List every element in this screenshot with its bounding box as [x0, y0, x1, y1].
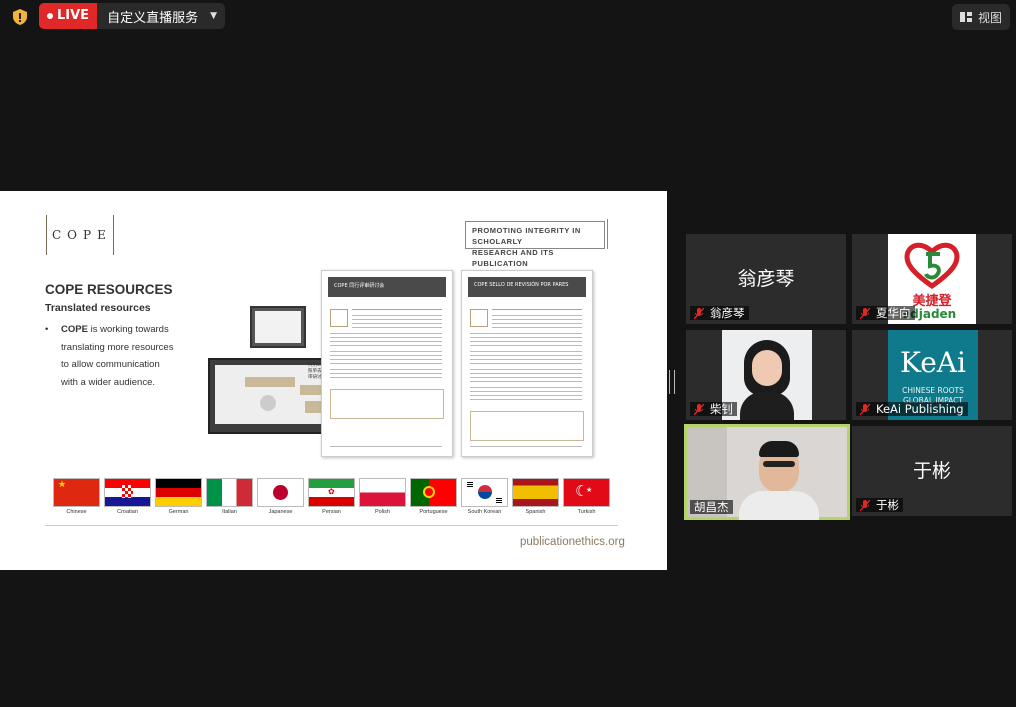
muted-mic-icon: [860, 307, 870, 319]
participant-name-bar: 于彬: [856, 498, 903, 512]
document-icon: [470, 309, 488, 327]
flag-label: South Korean: [467, 509, 502, 515]
flag-label: Japanese: [268, 509, 293, 515]
participant-tile-active-speaker[interactable]: 胡昌杰: [684, 424, 850, 520]
promo-line-1: PROMOTING INTEGRITY IN SCHOLARLY: [472, 226, 581, 246]
participant-tile[interactable]: 翁彦琴 翁彦琴: [686, 234, 846, 324]
keai-logo-sub1: CHINESE ROOTS: [902, 386, 964, 395]
flag-south-korean: South Korean: [461, 478, 508, 515]
participant-name-bar: 胡昌杰: [690, 500, 733, 514]
bullet-line-1: is working towards: [87, 324, 169, 335]
cope-logo: COPE: [46, 215, 114, 255]
muted-mic-icon: [860, 499, 870, 511]
document-chinese-header: COPE 同行评审研讨会: [334, 283, 385, 289]
participant-name: 翁彦琴: [710, 306, 745, 320]
live-dot-icon: [47, 13, 53, 19]
document-spanish-header: COPE SELLO DE REVISIÓN POR PARES: [474, 282, 569, 288]
security-shield-icon[interactable]: [11, 8, 29, 26]
document-icon: [330, 309, 348, 327]
flag-label: Croatian: [117, 509, 138, 515]
participant-tile[interactable]: 于彬 于彬: [852, 426, 1012, 516]
flag-polish: Polish: [359, 478, 406, 515]
muted-mic-icon: [694, 307, 704, 319]
flag-label: Polish: [375, 509, 390, 515]
flag-japanese: Japanese: [257, 478, 304, 515]
participant-name: 柴钊: [710, 402, 733, 416]
flag-label: Italian: [222, 509, 237, 515]
promo-banner: PROMOTING INTEGRITY IN SCHOLARLY RESEARC…: [465, 219, 608, 268]
participant-name-bar: 翁彦琴: [690, 306, 749, 320]
laptop-illustration-small: [250, 306, 306, 348]
flag-italian: Italian: [206, 478, 253, 515]
website-url: publicationethics.org: [520, 536, 625, 548]
flag-label: Portuguese: [419, 509, 448, 515]
participant-name: 于彬: [876, 498, 899, 512]
live-badge: LIVE: [39, 3, 98, 29]
flag-german: German: [155, 478, 202, 515]
footer-divider: [45, 525, 618, 526]
flag-spanish: Spanish: [512, 478, 559, 515]
muted-mic-icon: [860, 403, 870, 415]
flag-label: Persian: [322, 509, 341, 515]
bullet-line-2: translating more resources: [61, 341, 174, 353]
bullet-line-4: with a wider audience.: [61, 377, 155, 389]
view-label: 视图: [977, 10, 1002, 25]
muted-mic-icon: [694, 403, 704, 415]
keai-logo-text: KeAi: [900, 346, 966, 379]
grid-view-icon: [959, 12, 972, 22]
participant-name-bar: 夏华向: [856, 306, 915, 320]
participant-display-name: 于彬: [912, 460, 951, 482]
view-button[interactable]: 视图: [951, 4, 1010, 30]
participant-name-bar: 柴钊: [690, 402, 737, 416]
flag-chinese: ★ Chinese: [53, 478, 100, 515]
flag-label: Turkish: [577, 509, 596, 515]
flag-turkish: ☾ ★ Turkish: [563, 478, 610, 515]
flag-persian: ✿ Persian: [308, 478, 355, 515]
participant-tile[interactable]: KeAi CHINESE ROOTS GLOBAL IMPACT KeAi Pu…: [852, 330, 1012, 420]
promo-line-2: RESEARCH AND ITS PUBLICATION: [472, 248, 554, 268]
resources-subtitle: Translated resources: [45, 302, 151, 314]
participant-name: 胡昌杰: [694, 500, 729, 514]
flag-label: Chinese: [66, 509, 87, 515]
resources-title: COPE RESOURCES: [45, 282, 173, 297]
bullet-line-3: to allow communication: [61, 359, 160, 371]
live-stream-dropdown[interactable]: LIVE 自定义直播服务 ▼: [39, 3, 225, 29]
chevron-down-icon[interactable]: ▼: [210, 11, 217, 21]
participant-name: KeAi Publishing: [876, 402, 964, 416]
bullet-bold: COPE: [61, 324, 88, 335]
heart-logo-icon: [904, 242, 960, 290]
splitter-handle[interactable]: [669, 370, 675, 394]
document-chinese: COPE 同行评审研讨会: [321, 270, 453, 457]
shared-screen-slide: COPE PROMOTING INTEGRITY IN SCHOLARLY RE…: [0, 191, 667, 570]
flag-croatian: Croatian: [104, 478, 151, 515]
participant-display-name: 翁彦琴: [737, 268, 795, 290]
flag-label: Spanish: [525, 509, 546, 515]
participant-name-bar: KeAi Publishing: [856, 402, 968, 416]
language-flags: ★ Chinese Croatian German Italian Japane…: [53, 478, 613, 515]
participant-name: 夏华向: [876, 306, 911, 320]
top-bar: LIVE 自定义直播服务 ▼ 视图: [0, 0, 1016, 34]
live-label: LIVE: [57, 8, 90, 23]
participant-tile[interactable]: 柴钊: [686, 330, 846, 420]
flag-portuguese: Portuguese: [410, 478, 457, 515]
cope-logo-text: COPE: [52, 228, 112, 242]
stream-title: 自定义直播服务: [107, 10, 199, 26]
bullet-marker: •: [45, 324, 49, 335]
document-spanish: COPE SELLO DE REVISIÓN POR PARES: [461, 270, 593, 457]
participant-tile[interactable]: 美捷登 edjaden 夏华向: [852, 234, 1012, 324]
flag-label: German: [168, 509, 189, 515]
resources-bullet: • COPE is working towards translating mo…: [45, 321, 195, 392]
